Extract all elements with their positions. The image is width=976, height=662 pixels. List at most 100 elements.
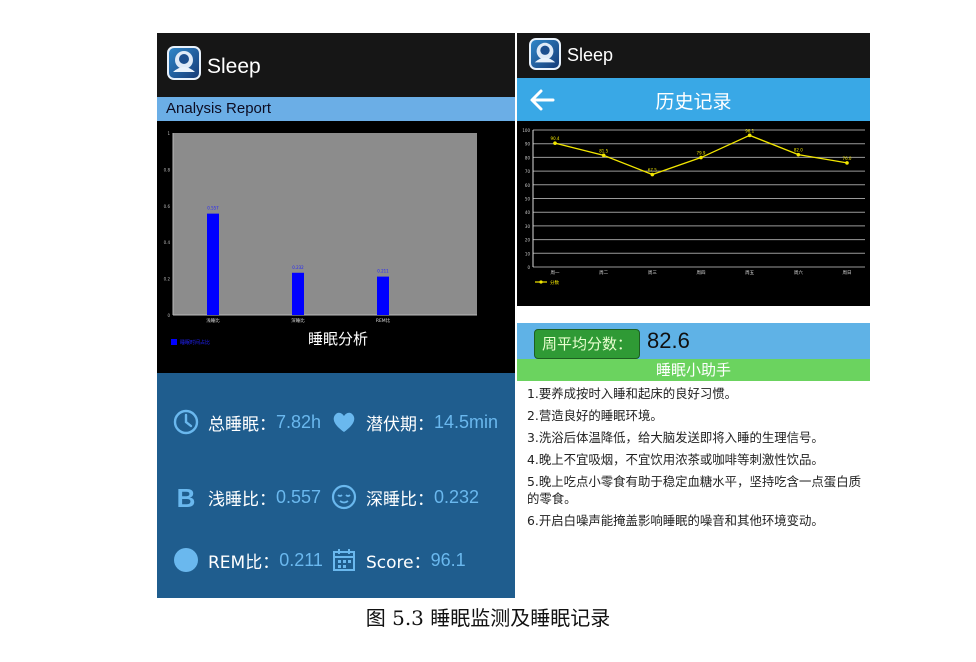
app-title-bar: Sleep: [157, 33, 515, 97]
deep-ratio-label: 深睡比：: [366, 489, 434, 510]
stat-deep-ratio: 深睡比： 0.232: [330, 479, 479, 515]
bar: [292, 272, 304, 315]
app-title: Sleep: [207, 55, 261, 78]
tip-item: 2.营造良好的睡眠环境。: [527, 408, 663, 423]
data-label: 76.0: [843, 156, 852, 161]
latency-label: 潜伏期：: [366, 414, 434, 435]
stat-total-sleep: 总睡眠： 7.82h: [172, 404, 321, 440]
line-chart-svg: 0 10 20 30 40 50 60 70 80 90 100 90.4 周一 81.5 周二 67.5 周三…: [522, 128, 865, 286]
data-point: [845, 161, 849, 165]
tip-item: 3.洗浴后体温降低，给大脑发送即将入睡的生理信号。: [527, 430, 824, 445]
y-tick-label: 30: [525, 224, 531, 229]
figure-caption: 图 5.3 睡眠监测及睡眠记录: [365, 606, 611, 630]
y-tick-label: 60: [525, 183, 531, 188]
b-letter-icon: B: [177, 483, 196, 511]
data-point: [796, 152, 801, 157]
data-label: 67.5: [648, 168, 657, 173]
y-tick-label: 10: [525, 251, 531, 256]
y-tick-label: 0: [527, 265, 530, 270]
y-tick-label: 0.6: [164, 204, 171, 209]
bar: [377, 276, 389, 315]
circle-icon: [174, 548, 198, 572]
app-title-bar: Sleep: [517, 33, 870, 78]
legend-swatch: [171, 339, 177, 345]
stat-latency: 潜伏期： 14.5min: [330, 404, 498, 440]
y-tick-label: 0.2: [164, 277, 171, 282]
tip-item: 4.晚上不宜吸烟，不宜饮用浓茶或咖啡等刺激性饮品。: [527, 452, 824, 467]
tip-item: 5.晚上吃点小零食有助于稳定血糖水平，坚持吃含一点蛋白质的零食。: [527, 474, 861, 506]
chart-title: 睡眠分析: [308, 330, 368, 348]
data-point: [650, 172, 655, 177]
bar: [207, 213, 219, 315]
analysis-screen: Sleep Analysis Report 0 0.2 0.4 0.6 0.8 1 0.55…: [157, 33, 515, 598]
y-tick-label: 100: [522, 128, 530, 133]
deep-ratio-value: 0.232: [434, 486, 480, 507]
y-tick-label: 80: [525, 155, 531, 160]
data-point: [699, 155, 703, 160]
rem-ratio-label: REM比：: [208, 552, 280, 573]
history-header: 历史记录: [517, 78, 870, 121]
data-point: [601, 153, 606, 158]
weekly-average-bar: 周平均分数： 82.6: [517, 323, 870, 363]
history-screen: Sleep 历史记录 0 10 20 30 40 50 60 70 80 90 100 90.4 周一 8…: [517, 33, 870, 598]
sleep-ratio-chart: 0 0.2 0.4 0.6 0.8 1 0.557 浅睡比 0.232 深睡比 0.211 REM比睡…: [157, 121, 515, 373]
weekly-average-button[interactable]: 周平均分数：: [534, 329, 640, 359]
bar-data-label: 0.211: [377, 269, 389, 274]
x-tick-label: 深睡比: [291, 317, 305, 324]
sleep-app-icon: [529, 38, 561, 70]
y-tick-label: 20: [525, 238, 531, 243]
stat-score: Score： 96.1: [330, 542, 466, 578]
stat-light-ratio: B 浅睡比： 0.557: [172, 479, 321, 515]
y-tick-label: 0.4: [164, 240, 171, 245]
sleep-helper-header: 睡眠小助手: [517, 359, 870, 381]
y-tick-label: 0: [167, 313, 170, 318]
x-tick-label: 周一: [551, 270, 560, 276]
x-tick-label: 周三: [648, 270, 657, 276]
x-tick-label: 浅睡比: [206, 317, 220, 324]
y-tick-label: 70: [525, 169, 531, 174]
x-tick-label: 周二: [599, 270, 608, 276]
bar-data-label: 0.557: [207, 206, 219, 211]
total-sleep-label: 总睡眠：: [208, 414, 276, 435]
y-tick-label: 1: [167, 131, 170, 136]
data-label: 81.5: [599, 148, 608, 153]
data-label: 96.1: [745, 128, 754, 133]
legend-label: 睡眠时间占比: [180, 339, 210, 346]
latency-value: 14.5min: [434, 411, 499, 432]
y-tick-label: 40: [525, 210, 531, 215]
x-tick-label: 周六: [794, 269, 803, 276]
sleepy-face-icon: [331, 484, 357, 510]
app-title: Sleep: [567, 45, 614, 65]
data-point: [747, 133, 752, 138]
legend-label: 分数: [550, 279, 559, 286]
bar-chart-svg: 0 0.2 0.4 0.6 0.8 1 0.557 浅睡比 0.232 深睡比 0.211 REM比睡…: [164, 131, 477, 348]
y-tick-label: 90: [525, 142, 531, 147]
x-tick-label: 周五: [745, 270, 754, 276]
total-sleep-value: 7.82h: [276, 411, 322, 432]
history-title: 历史记录: [655, 91, 732, 113]
rem-ratio-value: 0.211: [279, 549, 323, 570]
light-ratio-label: 浅睡比：: [208, 489, 276, 510]
legend-marker: [539, 280, 543, 284]
tip-item: 1.要养成按时入睡和起床的良好习惯。: [527, 386, 738, 401]
svg-text:B: B: [177, 483, 196, 511]
data-label: 79.9: [697, 151, 706, 156]
analysis-report-header: Analysis Report: [157, 97, 515, 121]
data-point: [553, 141, 557, 145]
sleep-app-icon: [167, 46, 201, 80]
calendar-icon: [333, 549, 355, 571]
bar-data-label: 0.232: [292, 265, 304, 270]
sleep-tips-list: 1.要养成按时入睡和起床的良好习惯。 2.营造良好的睡眠环境。 3.洗浴后体温降…: [527, 385, 864, 534]
x-tick-label: 周日: [843, 270, 852, 276]
light-ratio-value: 0.557: [276, 486, 322, 507]
stat-rem-ratio: REM比： 0.211: [172, 542, 323, 578]
weekly-score-chart: 0 10 20 30 40 50 60 70 80 90 100 90.4 周一 81.5 周二 67.5 周三…: [517, 121, 870, 306]
tip-item: 6.开启白噪声能掩盖影响睡眠的噪音和其他环境变动。: [527, 513, 824, 528]
data-label: 82.0: [794, 148, 803, 153]
heart-icon: [333, 412, 355, 432]
y-tick-label: 50: [525, 197, 531, 202]
score-label: Score：: [366, 552, 431, 573]
weekly-average-value: 82.6: [647, 328, 690, 353]
x-tick-label: 周四: [697, 270, 706, 276]
x-tick-label: REM比: [376, 317, 391, 324]
